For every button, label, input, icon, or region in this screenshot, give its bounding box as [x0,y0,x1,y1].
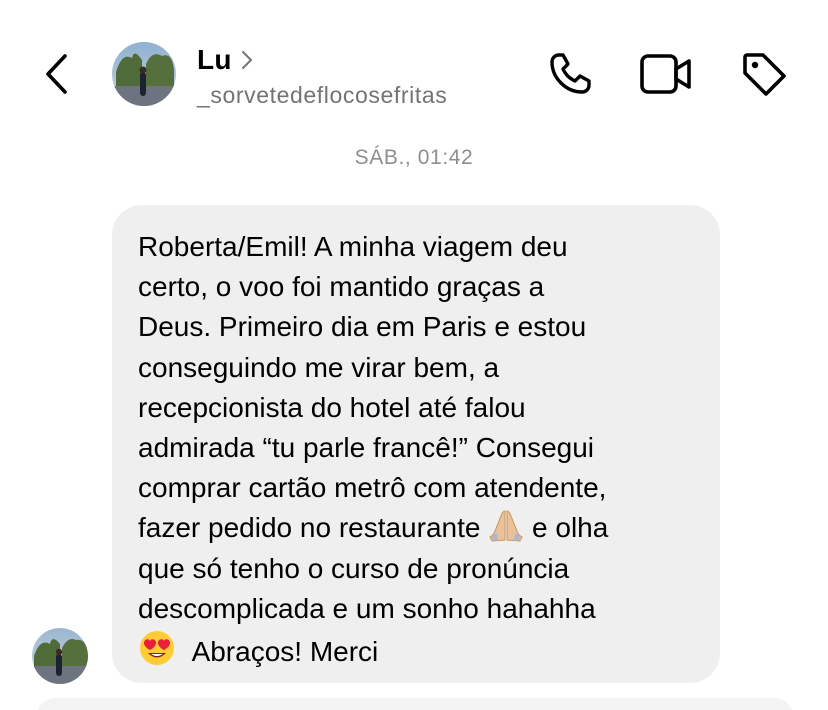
chat-header: Lu _sorvetedeflocosefritas [0,0,828,130]
contact-username: _sorvetedeflocosefritas [197,82,448,108]
contact-name-row[interactable]: Lu [197,42,254,78]
video-camera-icon [640,54,691,94]
message-timestamp: SÁB., 01:42 [354,146,474,169]
message-bubble[interactable]: Roberta/Emil! A minha viagem deu certo, … [112,205,720,683]
sender-avatar[interactable] [32,628,88,684]
phone-icon [550,53,591,94]
next-message-bubble[interactable] [36,698,794,710]
profile-photo [32,628,88,684]
call-button[interactable] [544,48,596,100]
heart-eyes-emoji [140,631,174,666]
contact-name: Lu [197,44,232,75]
tag-icon [743,53,786,96]
chevron-right-icon [241,51,252,69]
message-text: Roberta/Emil! A minha viagem deu certo, … [138,231,609,668]
back-button[interactable] [34,50,78,98]
praying-hands-emoji [489,510,523,542]
chevron-left-icon [46,54,67,94]
avatar[interactable] [112,42,176,106]
profile-photo [112,42,176,106]
video-call-button[interactable] [638,48,694,100]
dm-thread-screen: Lu _sorvetedeflocosefritas SÁB., 01:42 R… [0,0,828,710]
tag-button[interactable] [738,48,790,100]
